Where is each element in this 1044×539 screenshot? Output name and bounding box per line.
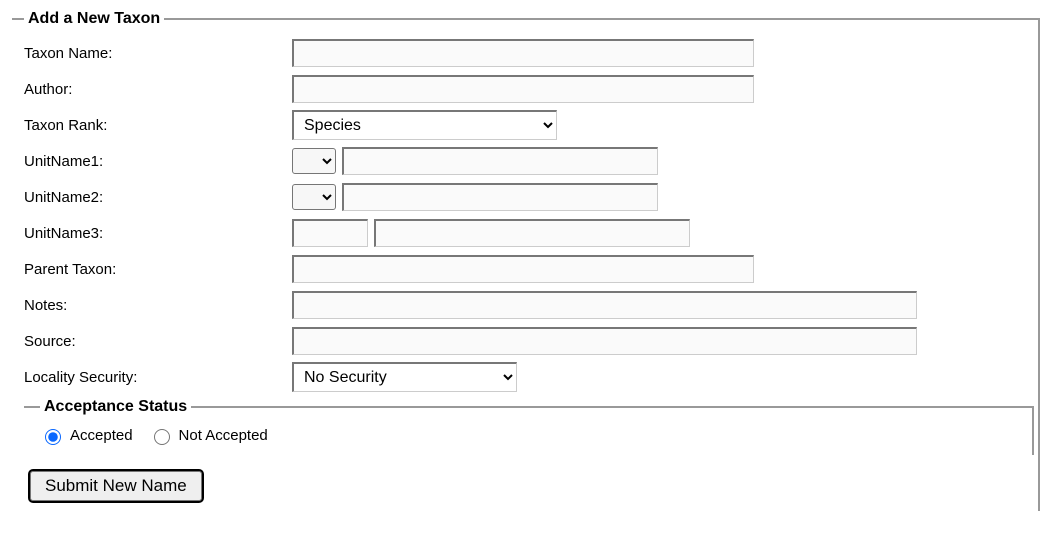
row-locality-security: Locality Security: No Security bbox=[24, 362, 1034, 392]
label-parent-taxon: Parent Taxon: bbox=[24, 261, 292, 278]
label-taxon-name: Taxon Name: bbox=[24, 45, 292, 62]
acceptance-status-legend: Acceptance Status bbox=[40, 398, 191, 416]
row-unitname2: UnitName2: bbox=[24, 182, 1034, 212]
taxon-rank-select[interactable]: Species bbox=[292, 110, 557, 140]
row-notes: Notes: bbox=[24, 290, 1034, 320]
acceptance-status-fieldset: Acceptance Status Accepted Not Accepted bbox=[24, 398, 1034, 455]
notes-input[interactable] bbox=[292, 291, 917, 319]
unitname2-prefix-select[interactable] bbox=[292, 184, 336, 210]
author-input[interactable] bbox=[292, 75, 754, 103]
row-taxon-rank: Taxon Rank: Species bbox=[24, 110, 1034, 140]
row-source: Source: bbox=[24, 326, 1034, 356]
accepted-label: Accepted bbox=[70, 427, 133, 444]
unitname1-input[interactable] bbox=[342, 147, 658, 175]
not-accepted-label: Not Accepted bbox=[179, 427, 268, 444]
label-notes: Notes: bbox=[24, 297, 292, 314]
locality-security-select[interactable]: No Security bbox=[292, 362, 517, 392]
unitname2-input[interactable] bbox=[342, 183, 658, 211]
row-unitname1: UnitName1: bbox=[24, 146, 1034, 176]
label-source: Source: bbox=[24, 333, 292, 350]
source-input[interactable] bbox=[292, 327, 917, 355]
label-unitname3: UnitName3: bbox=[24, 225, 292, 242]
submit-new-name-button[interactable]: Submit New Name bbox=[30, 471, 202, 501]
label-taxon-rank: Taxon Rank: bbox=[24, 117, 292, 134]
parent-taxon-input[interactable] bbox=[292, 255, 754, 283]
unitname1-prefix-select[interactable] bbox=[292, 148, 336, 174]
not-accepted-radio[interactable] bbox=[154, 429, 170, 445]
unitname3-prefix-input[interactable] bbox=[292, 219, 368, 247]
label-locality-security: Locality Security: bbox=[24, 369, 292, 386]
accepted-radio[interactable] bbox=[45, 429, 61, 445]
add-taxon-legend: Add a New Taxon bbox=[24, 10, 164, 28]
row-unitname3: UnitName3: bbox=[24, 218, 1034, 248]
taxon-name-input[interactable] bbox=[292, 39, 754, 67]
row-author: Author: bbox=[24, 74, 1034, 104]
add-taxon-fieldset: Add a New Taxon Taxon Name: Author: Taxo… bbox=[12, 10, 1040, 511]
label-author: Author: bbox=[24, 81, 292, 98]
row-taxon-name: Taxon Name: bbox=[24, 38, 1034, 68]
row-parent-taxon: Parent Taxon: bbox=[24, 254, 1034, 284]
label-unitname2: UnitName2: bbox=[24, 189, 292, 206]
unitname3-input[interactable] bbox=[374, 219, 690, 247]
label-unitname1: UnitName1: bbox=[24, 153, 292, 170]
